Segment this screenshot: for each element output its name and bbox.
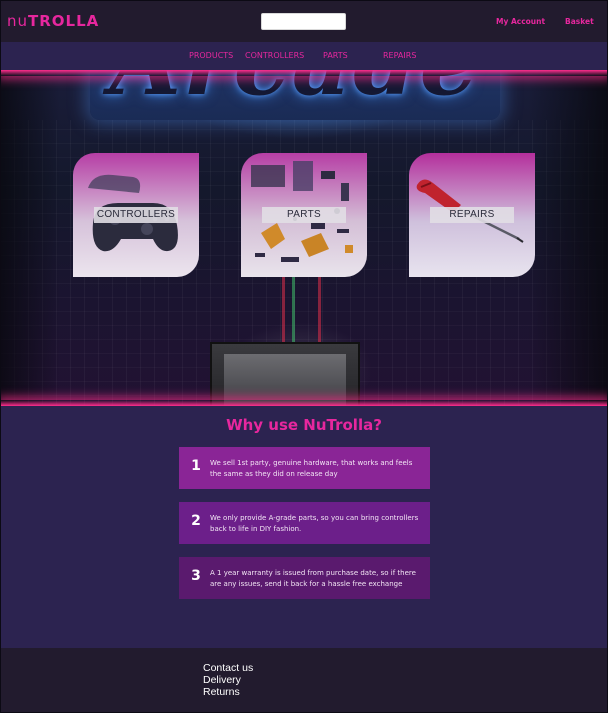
- card-label: REPAIRS: [430, 207, 514, 223]
- card-label: PARTS: [262, 207, 346, 223]
- reason-number: 3: [191, 568, 201, 584]
- logo-prefix: nu: [7, 12, 29, 30]
- arcade-screen: [224, 354, 346, 406]
- footer-link-returns[interactable]: Returns: [203, 686, 240, 698]
- arcade-machine: [210, 342, 360, 406]
- reason-text: We sell 1st party, genuine hardware, tha…: [210, 459, 413, 478]
- logo-main: TROLLA: [28, 12, 100, 30]
- basket-link[interactable]: Basket: [565, 17, 594, 26]
- site-footer: Contact us Delivery Returns: [0, 648, 608, 713]
- reason-text: A 1 year warranty is issued from purchas…: [210, 569, 416, 588]
- nav-item-controllers[interactable]: CONTROLLERS: [245, 51, 304, 60]
- my-account-link[interactable]: My Account: [496, 17, 545, 26]
- footer-link-delivery[interactable]: Delivery: [203, 674, 241, 686]
- category-card-parts[interactable]: PARTS: [241, 153, 367, 277]
- hero-shadow-left: [0, 70, 60, 406]
- reason-number: 2: [191, 513, 201, 529]
- reason-number: 1: [191, 458, 201, 474]
- reason-card: 2 We only provide A-grade parts, so you …: [179, 502, 430, 544]
- card-label: CONTROLLERS: [94, 207, 178, 223]
- hero-shadow-right: [528, 70, 608, 406]
- neon-sign-text: Arcade: [95, 70, 495, 116]
- neon-border-bottom: [0, 400, 608, 406]
- search-input[interactable]: [261, 13, 346, 30]
- reason-text: We only provide A-grade parts, so you ca…: [210, 514, 419, 533]
- neon-border-top: [0, 70, 608, 76]
- reason-card: 1 We sell 1st party, genuine hardware, t…: [179, 447, 430, 489]
- hero-banner: Arcade CONTROLLERS: [0, 70, 608, 406]
- reason-card: 3 A 1 year warranty is issued from purch…: [179, 557, 430, 599]
- nav-item-parts[interactable]: PARTS: [323, 51, 348, 60]
- top-header: nuTROLLA My Account Basket: [0, 0, 608, 42]
- footer-link-contact[interactable]: Contact us: [203, 662, 253, 674]
- nav-item-repairs[interactable]: REPAIRS: [383, 51, 416, 60]
- category-card-repairs[interactable]: REPAIRS: [409, 153, 535, 277]
- nav-item-products[interactable]: PRODUCTS: [189, 51, 233, 60]
- category-card-controllers[interactable]: CONTROLLERS: [73, 153, 199, 277]
- site-logo[interactable]: nuTROLLA: [7, 12, 99, 30]
- main-nav: PRODUCTS CONTROLLERS PARTS REPAIRS: [0, 42, 608, 70]
- section-title: Why use NuTrolla?: [226, 416, 382, 434]
